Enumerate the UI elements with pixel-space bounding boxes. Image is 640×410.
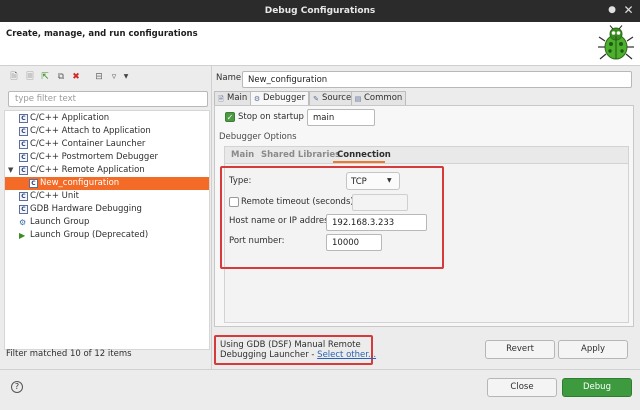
bug-icon <box>598 25 634 60</box>
config-tree: C C/C++ Application C C/C++ Attach to Ap… <box>4 110 210 350</box>
type-label: Type: <box>229 176 252 186</box>
port-input[interactable] <box>326 234 382 251</box>
tab-debugger[interactable]: ⚙ Debugger <box>250 91 310 105</box>
header-title: Create, manage, and run configurations <box>6 29 198 39</box>
source-tab-icon: ✎ <box>313 95 319 103</box>
c-file-icon: C <box>19 205 28 214</box>
tab-label: Source <box>322 93 352 103</box>
chevron-down-icon[interactable]: ▼ <box>8 164 13 177</box>
close-icon[interactable]: ✕ <box>622 4 635 17</box>
c-file-icon: C <box>19 114 28 123</box>
tree-item-selected[interactable]: C New_configuration <box>5 177 209 190</box>
launch-group-icon: ⚙ <box>19 218 27 227</box>
tree-item-label: Launch Group <box>30 217 90 227</box>
footer-divider <box>0 369 640 370</box>
subtab-main[interactable]: Main <box>231 150 254 160</box>
c-file-icon: C <box>29 179 38 188</box>
new-config-icon[interactable]: 🗎 <box>8 71 20 83</box>
stop-on-startup-input[interactable] <box>307 109 375 126</box>
duplicate-icon[interactable]: ⧉ <box>55 71 67 83</box>
stop-on-startup-checkbox[interactable]: ✓ <box>225 112 235 122</box>
c-file-icon: C <box>19 127 28 136</box>
tree-item[interactable]: ▶ Launch Group (Deprecated) <box>5 229 209 242</box>
tree-item-label: C/C++ Remote Application <box>30 165 145 175</box>
main-tab-icon: 🗎 <box>218 95 224 103</box>
host-input[interactable] <box>326 214 427 231</box>
select-other-link[interactable]: Select other... <box>317 350 376 360</box>
launch-group-icon: ▶ <box>19 231 26 240</box>
port-label: Port number: <box>229 236 285 246</box>
tab-label: Main <box>227 93 248 103</box>
config-list-pane: 🗎 🗏 ⇱ ⧉ ✖ ⊟ ▿ ▼ C C/C++ Application C C/… <box>4 70 210 366</box>
tree-item[interactable]: C C/C++ Application <box>5 112 209 125</box>
dialog-header: Create, manage, and run configurations <box>0 22 640 66</box>
config-tabs: 🗎 Main ⚙ Debugger ✎ Source ▤ Common <box>214 91 634 105</box>
tree-item[interactable]: ▼ C C/C++ Remote Application <box>5 164 209 177</box>
tab-label: Common <box>364 93 403 103</box>
apply-button[interactable]: Apply <box>558 340 628 359</box>
tree-item-label: C/C++ Container Launcher <box>30 139 146 149</box>
window-title: Debug Configurations <box>0 0 640 22</box>
collapse-all-icon[interactable]: ⊟ <box>93 71 105 83</box>
tree-item-label: C/C++ Unit <box>30 191 79 201</box>
name-input[interactable] <box>242 71 632 88</box>
tab-source[interactable]: ✎ Source <box>309 91 356 105</box>
help-icon[interactable]: ? <box>11 381 23 393</box>
launcher-text: Using GDB (DSF) Manual Remote <box>220 340 361 350</box>
remote-timeout-input <box>352 194 408 211</box>
debug-button[interactable]: Debug <box>562 378 632 397</box>
remote-timeout-label: Remote timeout (seconds): <box>241 197 357 207</box>
chevron-down-icon: ▼ <box>387 177 392 184</box>
tree-item-label: C/C++ Attach to Application <box>30 126 151 136</box>
c-file-icon: C <box>19 140 28 149</box>
tree-item-label: GDB Hardware Debugging <box>30 204 142 214</box>
filter-icon[interactable]: ▿ <box>108 71 120 83</box>
launcher-text: Debugging Launcher - Select other... <box>220 350 376 360</box>
c-file-icon: C <box>19 153 28 162</box>
tab-main[interactable]: 🗎 Main <box>214 91 252 105</box>
debugger-options-label: Debugger Options <box>219 132 297 142</box>
tree-item-label: C/C++ Postmortem Debugger <box>30 152 159 162</box>
host-label: Host name or IP address: <box>229 216 336 226</box>
subtab-shared-libraries[interactable]: Shared Libraries <box>261 150 340 160</box>
new-prototype-icon[interactable]: 🗏 <box>24 71 36 83</box>
delete-icon[interactable]: ✖ <box>70 71 82 83</box>
minimize-icon[interactable]: ● <box>606 4 618 16</box>
tree-item-label: New_configuration <box>40 178 120 188</box>
revert-button[interactable]: Revert <box>485 340 555 359</box>
common-tab-icon: ▤ <box>354 95 362 103</box>
tree-item[interactable]: C C/C++ Postmortem Debugger <box>5 151 209 164</box>
close-button[interactable]: Close <box>487 378 557 397</box>
tree-item-label: C/C++ Application <box>30 113 110 123</box>
tree-item[interactable]: C C/C++ Unit <box>5 190 209 203</box>
tab-common[interactable]: ▤ Common <box>351 91 407 105</box>
debugger-tab-icon: ⚙ <box>253 95 261 103</box>
export-icon[interactable]: ⇱ <box>39 71 51 83</box>
tree-item[interactable]: C GDB Hardware Debugging <box>5 203 209 216</box>
c-file-icon: C <box>19 166 28 175</box>
tree-item[interactable]: ⚙ Launch Group <box>5 216 209 229</box>
name-label: Name: <box>216 73 244 83</box>
tree-item-label: Launch Group (Deprecated) <box>30 230 149 240</box>
debugger-subtabs: Main Shared Libraries Connection <box>224 146 629 163</box>
filter-status: Filter matched 10 of 12 items <box>6 349 132 359</box>
chevron-down-icon[interactable]: ▼ <box>120 71 132 83</box>
c-file-icon: C <box>19 192 28 201</box>
config-toolbar: 🗎 🗏 ⇱ ⧉ ✖ ⊟ ▿ ▼ <box>4 70 210 86</box>
launcher-text-part: Debugging Launcher - <box>220 350 318 360</box>
pane-divider[interactable] <box>211 66 212 369</box>
subtab-connection[interactable]: Connection <box>337 150 391 160</box>
stop-on-startup-label: Stop on startup at: <box>238 112 319 122</box>
tree-item[interactable]: C C/C++ Attach to Application <box>5 125 209 138</box>
filter-input[interactable] <box>8 91 208 107</box>
remote-timeout-checkbox[interactable] <box>229 197 239 207</box>
tab-label: Debugger <box>263 93 306 103</box>
type-select-value: TCP <box>351 177 367 187</box>
tree-item[interactable]: C C/C++ Container Launcher <box>5 138 209 151</box>
